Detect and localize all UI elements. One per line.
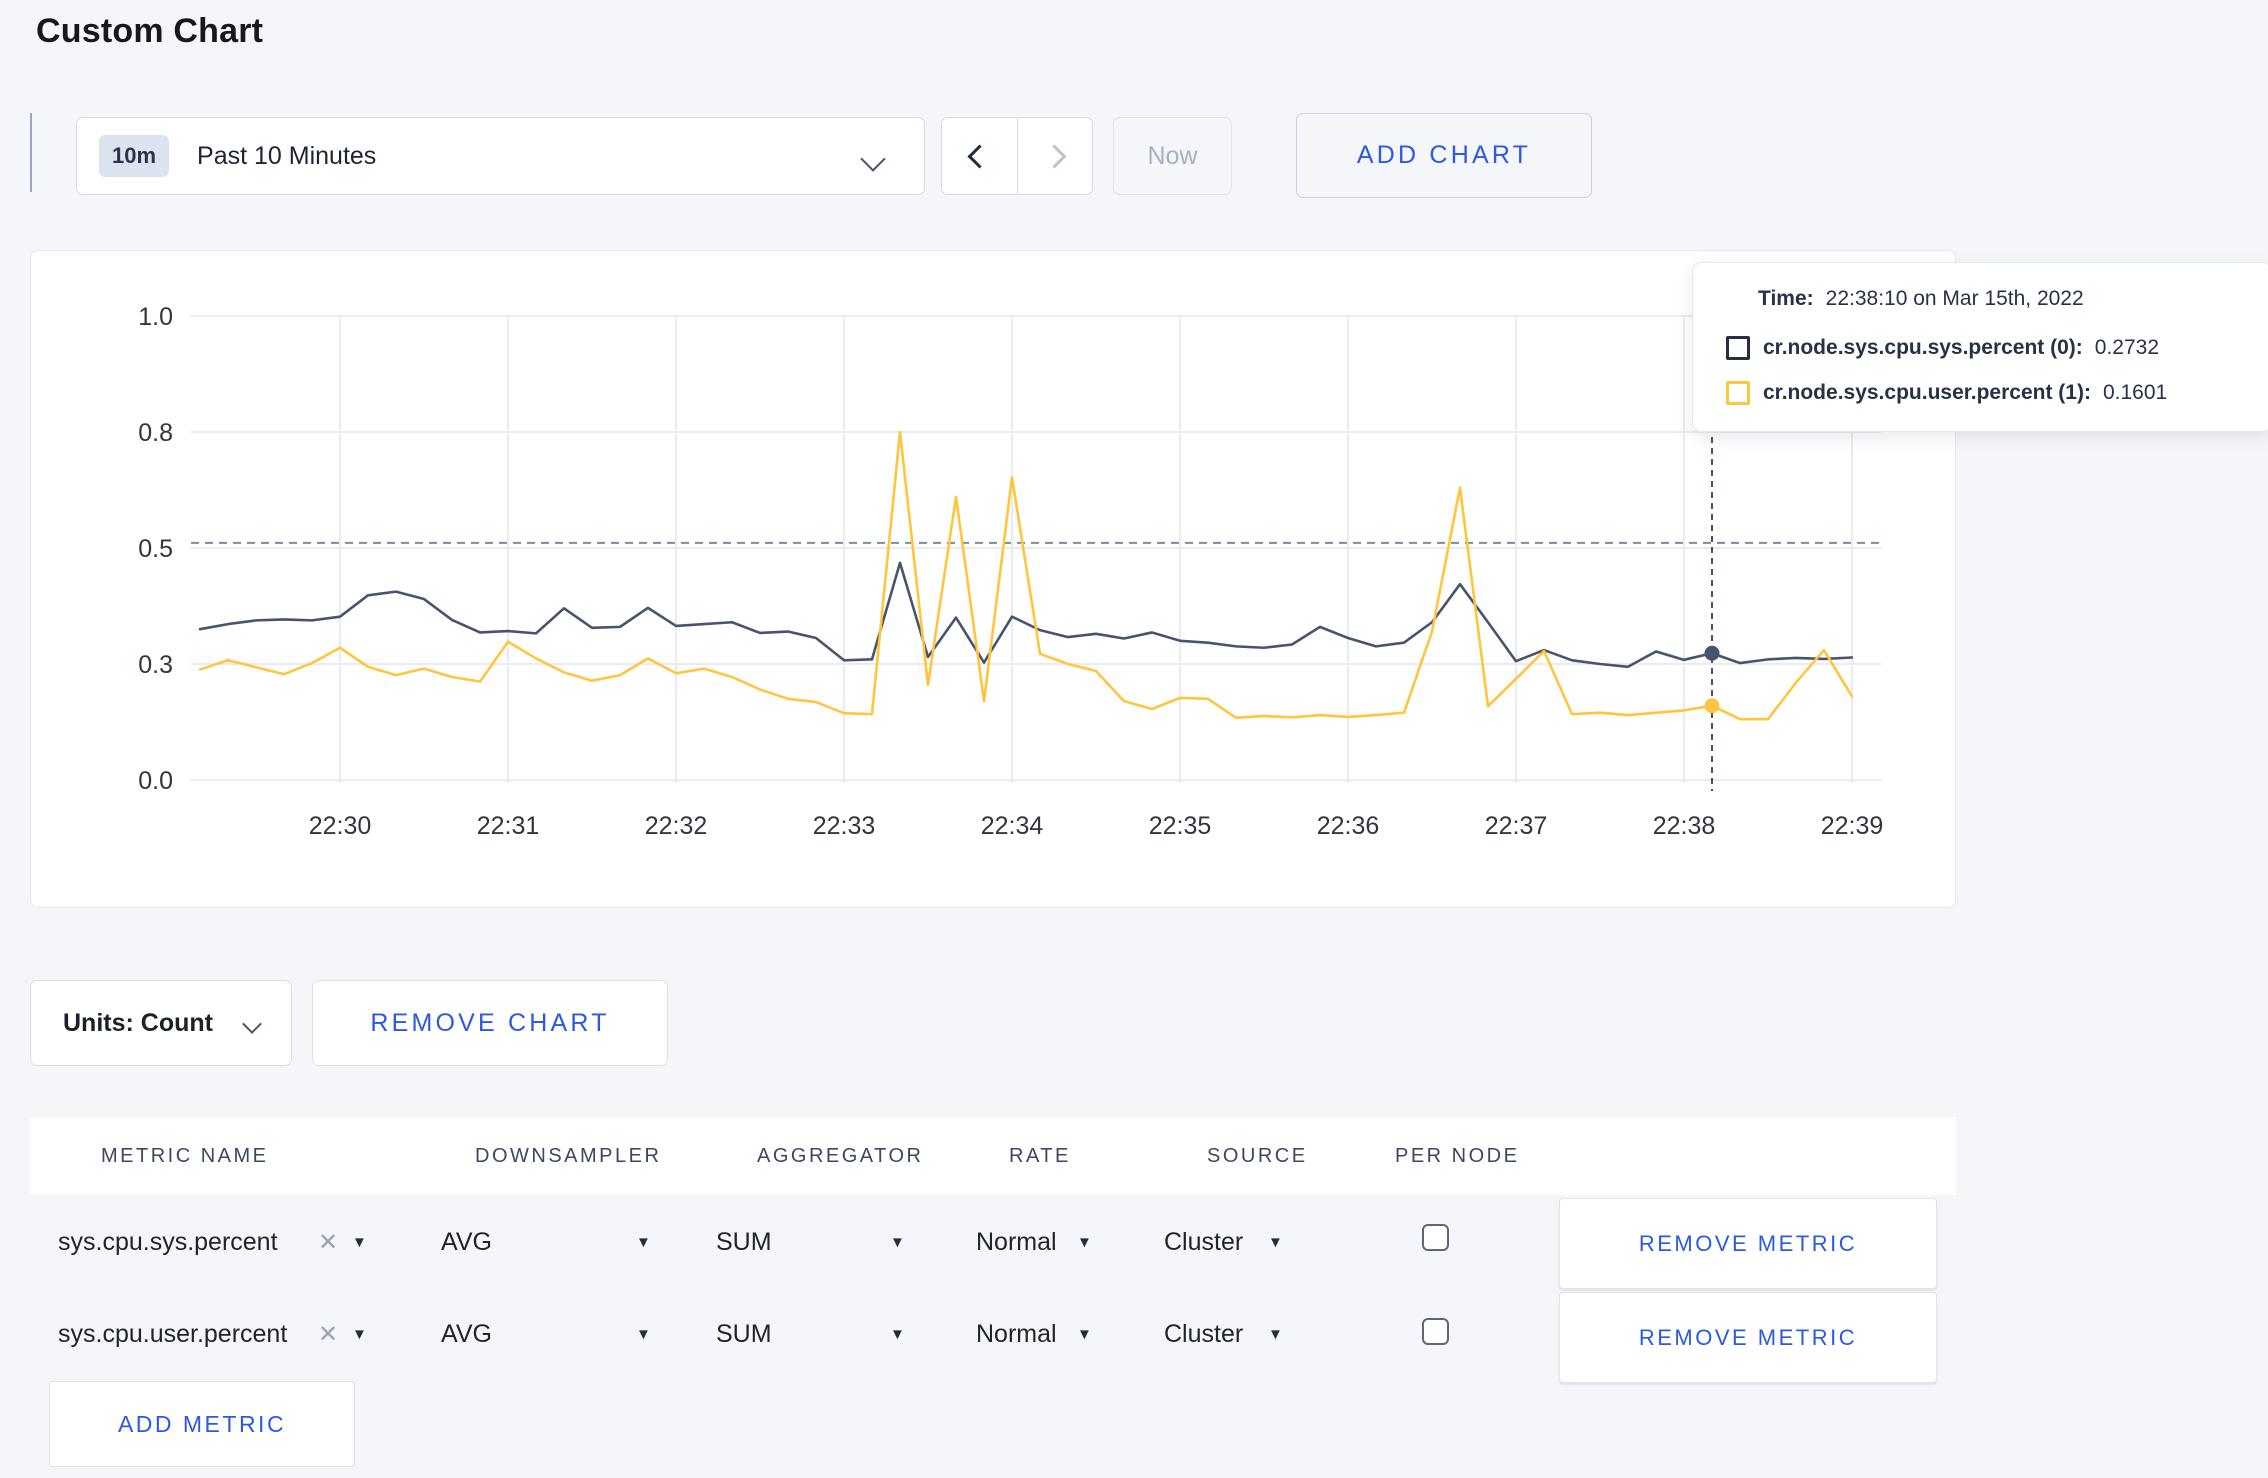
custom-chart-page: Custom Chart 10m Past 10 Minutes Now ADD… [0,0,2268,1478]
chart-tooltip: Time: 22:38:10 on Mar 15th, 2022 cr.node… [1692,262,2268,432]
units-label: Units: Count [63,1008,213,1037]
svg-text:22:36: 22:36 [1317,812,1380,840]
dropdown-caret-icon[interactable]: ▼ [352,1326,367,1343]
time-range-select[interactable]: 10m Past 10 Minutes [76,117,925,195]
tooltip-series-row: cr.node.sys.cpu.user.percent (1): 0.1601 [1726,381,2167,405]
svg-text:22:37: 22:37 [1485,812,1548,840]
svg-text:22:34: 22:34 [981,812,1044,840]
time-range-badge: 10m [99,135,170,177]
metric-name-select[interactable]: sys.cpu.user.percent [58,1320,287,1349]
svg-text:0.5: 0.5 [138,535,173,563]
per-node-checkbox[interactable] [1422,1224,1449,1251]
remove-metric-button[interactable]: REMOVE METRIC [1559,1198,1937,1289]
col-header-aggregator: AGGREGATOR [757,1145,924,1167]
remove-chart-button[interactable]: REMOVE CHART [312,980,668,1066]
add-metric-button[interactable]: ADD METRIC [49,1381,355,1467]
remove-metric-button[interactable]: REMOVE METRIC [1559,1292,1937,1383]
aggregator-select[interactable]: SUM [716,1320,772,1349]
metric-name-select[interactable]: sys.cpu.sys.percent [58,1228,278,1257]
chart-card: 0.0 0.3 0.5 0.8 1.0 22:30 22:31 22:32 22:33 22:34… [30,250,1956,908]
time-range-label: Past 10 Minutes [197,141,377,170]
svg-text:22:32: 22:32 [645,812,708,840]
aggregator-select[interactable]: SUM [716,1228,772,1257]
svg-text:22:35: 22:35 [1149,812,1212,840]
now-button[interactable]: Now [1113,117,1232,195]
units-select[interactable]: Units: Count [30,980,292,1066]
metrics-table-header: METRIC NAME DOWNSAMPLER AGGREGATOR RATE … [30,1117,1956,1195]
tooltip-time-row: Time: 22:38:10 on Mar 15th, 2022 [1758,287,2084,311]
dropdown-caret-icon[interactable]: ▼ [1268,1326,1283,1343]
chevron-down-icon [242,1014,262,1034]
tooltip-series-value: 0.2732 [2094,336,2160,359]
page-title: Custom Chart [36,12,264,50]
chevron-down-icon [860,146,886,172]
clear-metric-icon[interactable]: ✕ [318,1320,338,1349]
tooltip-series-label: cr.node.sys.cpu.sys.percent (0): [1763,336,2083,359]
svg-text:1.0: 1.0 [138,303,173,331]
chevron-left-icon [967,143,992,169]
svg-text:0.8: 0.8 [138,419,173,447]
source-select[interactable]: Cluster [1164,1320,1243,1349]
tooltip-series-value: 0.1601 [2102,381,2168,404]
prev-time-button[interactable] [942,118,1018,194]
timeseries-chart[interactable]: 0.0 0.3 0.5 0.8 1.0 22:30 22:31 22:32 22:33 22:34… [31,251,1957,909]
dropdown-caret-icon[interactable]: ▼ [636,1234,651,1251]
clear-metric-icon[interactable]: ✕ [318,1228,338,1257]
dropdown-caret-icon[interactable]: ▼ [890,1234,905,1251]
source-select[interactable]: Cluster [1164,1228,1243,1257]
dropdown-caret-icon[interactable]: ▼ [890,1326,905,1343]
tooltip-time-label: Time: [1758,287,1814,310]
chevron-right-icon [1042,143,1067,169]
vertical-divider [30,113,32,192]
user-series-swatch-icon [1726,381,1750,405]
svg-text:22:38: 22:38 [1653,812,1716,840]
col-header-source: SOURCE [1207,1145,1308,1167]
sys-series-swatch-icon [1726,336,1750,360]
time-nav-group [941,117,1093,195]
dropdown-caret-icon[interactable]: ▼ [1268,1234,1283,1251]
svg-text:22:30: 22:30 [309,812,372,840]
tooltip-series-label: cr.node.sys.cpu.user.percent (1): [1763,381,2091,404]
svg-text:22:31: 22:31 [477,812,540,840]
svg-text:0.0: 0.0 [138,767,173,795]
add-chart-button[interactable]: ADD CHART [1296,113,1592,198]
rate-select[interactable]: Normal [976,1228,1057,1257]
dropdown-caret-icon[interactable]: ▼ [1077,1326,1092,1343]
next-time-button[interactable] [1018,118,1093,194]
col-header-per-node: PER NODE [1395,1145,1520,1167]
svg-text:22:33: 22:33 [813,812,876,840]
tooltip-time-value: 22:38:10 on Mar 15th, 2022 [1825,287,2084,310]
svg-text:22:39: 22:39 [1821,812,1884,840]
dropdown-caret-icon[interactable]: ▼ [1077,1234,1092,1251]
col-header-metric-name: METRIC NAME [101,1145,269,1167]
col-header-downsampler: DOWNSAMPLER [475,1145,662,1167]
dropdown-caret-icon[interactable]: ▼ [636,1326,651,1343]
dropdown-caret-icon[interactable]: ▼ [352,1234,367,1251]
col-header-rate: RATE [1009,1145,1071,1167]
svg-text:0.3: 0.3 [138,651,173,679]
rate-select[interactable]: Normal [976,1320,1057,1349]
downsampler-select[interactable]: AVG [441,1228,492,1257]
downsampler-select[interactable]: AVG [441,1320,492,1349]
tooltip-series-row: cr.node.sys.cpu.sys.percent (0): 0.2732 [1726,336,2159,360]
per-node-checkbox[interactable] [1422,1318,1449,1345]
